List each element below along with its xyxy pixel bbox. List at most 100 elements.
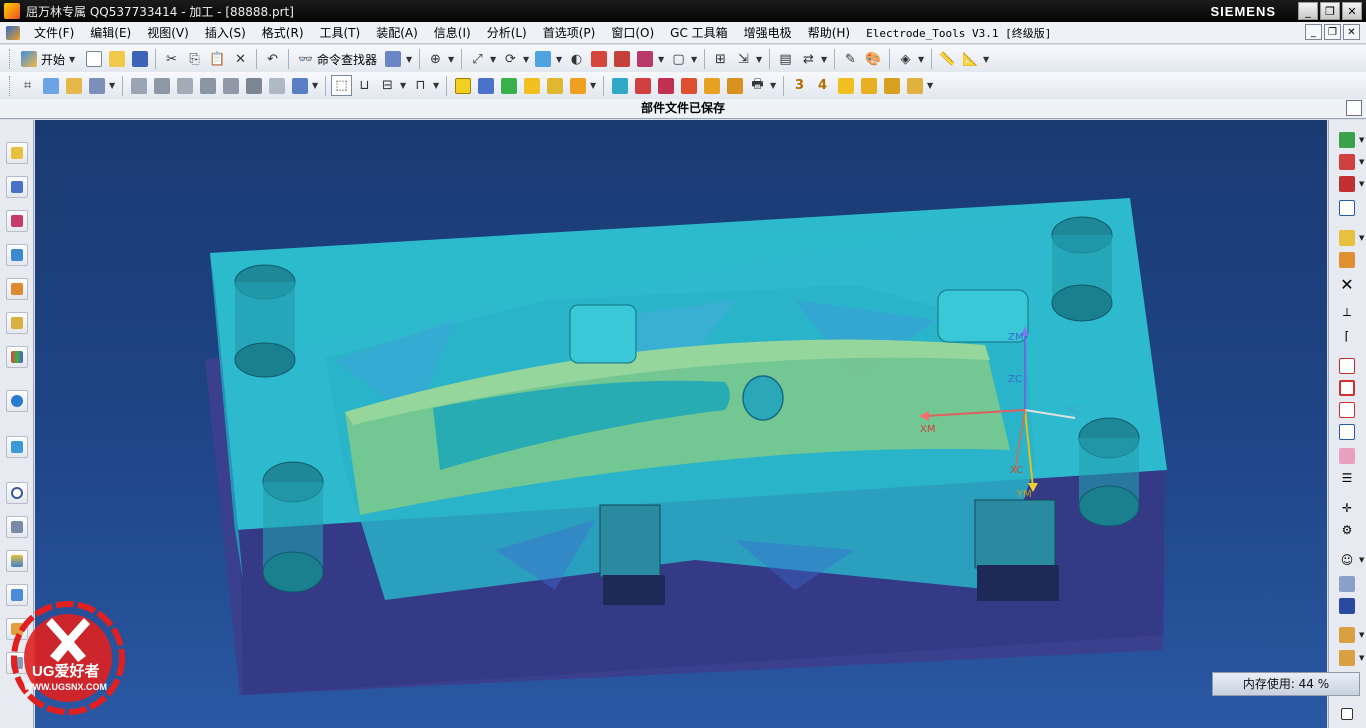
- menu-help[interactable]: 帮助(H): [800, 24, 858, 41]
- render-style-icon[interactable]: ◐: [566, 49, 587, 70]
- measure-distance-icon[interactable]: 📏: [937, 49, 958, 70]
- history-icon[interactable]: [6, 436, 28, 458]
- object-display-icon[interactable]: 🎨: [863, 49, 884, 70]
- fit-view-icon[interactable]: ⤢: [467, 49, 488, 70]
- folder-view-icon[interactable]: [1337, 228, 1357, 248]
- eraser-icon[interactable]: [1337, 446, 1357, 466]
- parting-icon[interactable]: [609, 75, 630, 96]
- extrude-icon[interactable]: [40, 75, 61, 96]
- slide-lifter-icon[interactable]: [724, 75, 745, 96]
- doc-restore-button[interactable]: ❐: [1324, 24, 1341, 40]
- mold-tools-icon[interactable]: [632, 75, 653, 96]
- snap-point-icon[interactable]: ⊕: [425, 49, 446, 70]
- doc-close-button[interactable]: ✕: [1343, 24, 1360, 40]
- restore-button[interactable]: ❐: [1320, 2, 1340, 20]
- mold-model[interactable]: ZM ZC XM YC XC YM: [35, 120, 1327, 728]
- show-hide-icon[interactable]: ◈: [895, 49, 916, 70]
- tool-box-2-icon[interactable]: [1337, 648, 1357, 668]
- cavity-layout-icon[interactable]: [567, 75, 588, 96]
- edit-object-icon[interactable]: ✎: [840, 49, 861, 70]
- unite-icon[interactable]: ⊔: [354, 75, 375, 96]
- close-x-icon[interactable]: ✕: [1337, 274, 1357, 294]
- electrode-check-icon[interactable]: [881, 75, 902, 96]
- menu-edit[interactable]: 编辑(E): [82, 24, 139, 41]
- mold-wizard-icon[interactable]: [452, 75, 473, 96]
- background-icon[interactable]: ▢: [668, 49, 689, 70]
- assembly-navigator-icon[interactable]: [6, 142, 28, 164]
- wireframe-icon[interactable]: [635, 49, 656, 70]
- shaded-view-icon[interactable]: [533, 49, 554, 70]
- trim-body-icon[interactable]: [220, 75, 241, 96]
- print-icon[interactable]: 🖶: [747, 75, 768, 96]
- graphics-viewport[interactable]: ZM ZC XM YC XC YM: [35, 120, 1327, 728]
- new-file-icon[interactable]: [83, 49, 104, 70]
- command-finder-button[interactable]: 👓 命令查找器: [294, 49, 381, 70]
- offset-face-icon[interactable]: [243, 75, 264, 96]
- toolbar-grip-2[interactable]: [9, 75, 12, 96]
- operation-navigator-icon[interactable]: [6, 244, 28, 266]
- menu-file[interactable]: 文件(F): [26, 24, 82, 41]
- draft-icon[interactable]: [197, 75, 218, 96]
- datum-plane-icon[interactable]: [1337, 356, 1357, 376]
- constraint-navigator-icon[interactable]: [6, 176, 28, 198]
- tool-box-icon[interactable]: [1337, 625, 1357, 645]
- doc-minimize-button[interactable]: _: [1305, 24, 1322, 40]
- render-mode-icon[interactable]: [1337, 152, 1357, 172]
- part-navigator-icon[interactable]: [6, 210, 28, 232]
- menu-preferences[interactable]: 首选项(P): [535, 24, 604, 41]
- delete-icon[interactable]: ✕: [230, 49, 251, 70]
- face-icon[interactable]: ☺: [1337, 550, 1357, 570]
- minimize-button[interactable]: _: [1298, 2, 1318, 20]
- menu-window[interactable]: 窗口(O): [603, 24, 662, 41]
- document-icon[interactable]: [1337, 574, 1357, 594]
- move-layer-icon[interactable]: ⇄: [798, 49, 819, 70]
- process-studio-icon[interactable]: [6, 550, 28, 572]
- shell-icon[interactable]: [174, 75, 195, 96]
- electrode-4-icon[interactable]: 4: [812, 75, 833, 96]
- rectangle-icon[interactable]: [1337, 378, 1357, 398]
- clock-icon[interactable]: [6, 482, 28, 504]
- view-orient-icon[interactable]: [1337, 130, 1357, 150]
- close-button[interactable]: ✕: [1342, 2, 1362, 20]
- synchronous-icon[interactable]: [289, 75, 310, 96]
- toolbar-grip[interactable]: [9, 49, 12, 69]
- layer-settings-icon[interactable]: ▤: [775, 49, 796, 70]
- orient-icon[interactable]: ⇲: [733, 49, 754, 70]
- selection-filter-icon[interactable]: [383, 49, 404, 70]
- panel-corner-icon[interactable]: [1337, 704, 1357, 724]
- rotate-view-icon[interactable]: ⟳: [500, 49, 521, 70]
- chamfer-icon[interactable]: [151, 75, 172, 96]
- mold-csys-icon[interactable]: [498, 75, 519, 96]
- blend-icon[interactable]: [128, 75, 149, 96]
- menu-gc-toolkit[interactable]: GC 工具箱: [662, 24, 736, 41]
- csys-icon[interactable]: ⟂: [1337, 302, 1357, 322]
- reuse-library-icon[interactable]: [6, 312, 28, 334]
- snap-cross-icon[interactable]: ✛: [1337, 498, 1357, 518]
- datum-axis-icon[interactable]: ⌈: [1337, 326, 1357, 346]
- section-view-icon[interactable]: [1337, 174, 1357, 194]
- subtract-icon[interactable]: ⊟: [377, 75, 398, 96]
- sketch-icon[interactable]: ⌗: [17, 75, 38, 96]
- select-icon[interactable]: ⬚: [331, 75, 352, 96]
- replace-face-icon[interactable]: [266, 75, 287, 96]
- menu-view[interactable]: 视图(V): [139, 24, 197, 41]
- measure-angle-icon[interactable]: 📐: [960, 49, 981, 70]
- wcs-icon[interactable]: ⊞: [710, 49, 731, 70]
- menu-enhanced-electrode[interactable]: 增强电极: [736, 24, 800, 41]
- revolve-icon[interactable]: [63, 75, 84, 96]
- workpiece-icon[interactable]: [544, 75, 565, 96]
- iso-view-icon[interactable]: [1337, 198, 1357, 218]
- electrode-export-icon[interactable]: [904, 75, 925, 96]
- book-icon[interactable]: [1337, 596, 1357, 616]
- mold-init-icon[interactable]: [475, 75, 496, 96]
- hole-icon[interactable]: [86, 75, 107, 96]
- menu-insert[interactable]: 插入(S): [197, 24, 254, 41]
- cue-expand-icon[interactable]: [1346, 100, 1362, 116]
- menu-assembly[interactable]: 装配(A): [368, 24, 426, 41]
- edge-display-icon[interactable]: [589, 49, 610, 70]
- undo-icon[interactable]: ↶: [262, 49, 283, 70]
- start-button[interactable]: 开始 ▼: [17, 49, 81, 70]
- menu-format[interactable]: 格式(R): [254, 24, 312, 41]
- electrode-3-icon[interactable]: 3: [789, 75, 810, 96]
- menu-analysis[interactable]: 分析(L): [479, 24, 535, 41]
